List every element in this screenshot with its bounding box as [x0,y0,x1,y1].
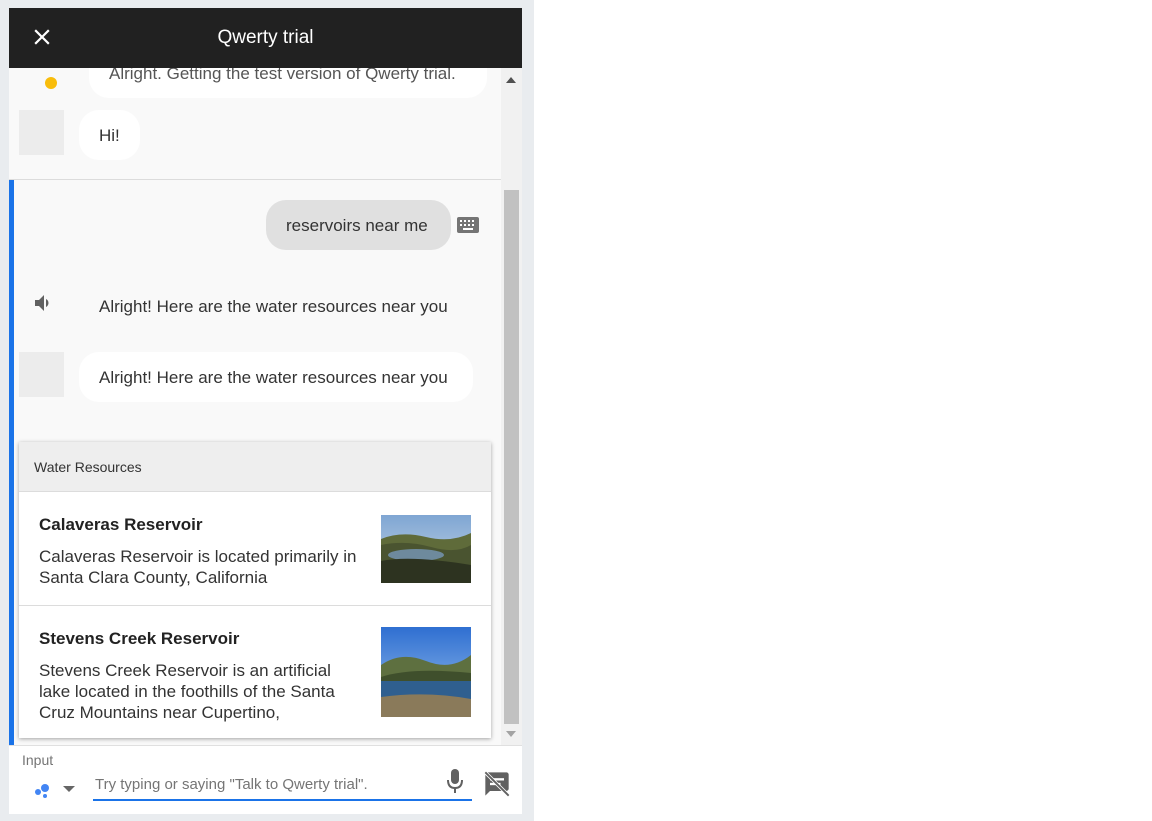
card-title: Water Resources [34,459,142,475]
scroll-down-arrow-icon[interactable] [506,731,516,737]
chat-scrollbar[interactable] [501,68,522,745]
input-label: Input [22,752,54,768]
simulator-panel: Qwerty trial Alright. Getting the test v… [9,8,522,814]
text-response-bubble: Alright! Here are the water resources ne… [79,352,473,402]
speaker-icon[interactable] [32,291,56,315]
greeting-bubble: Hi! [79,110,140,160]
chat-off-icon[interactable] [483,770,511,798]
user-query-bubble: reservoirs near me [266,200,451,250]
keyboard-icon [457,217,479,233]
chat-history[interactable]: Alright. Getting the test version of Qwe… [9,68,501,745]
list-item[interactable]: Calaveras Reservoir Calaveras Reservoir … [19,492,491,606]
scroll-up-arrow-icon[interactable] [506,77,516,83]
speech-response-text: Alright! Here are the water resources ne… [99,297,448,316]
text-response-text: Alright! Here are the water resources ne… [99,368,448,387]
list-item-description: Stevens Creek Reservoir is an artificial… [39,661,335,722]
assistant-icon[interactable] [34,780,56,798]
user-query-text: reservoirs near me [286,216,428,235]
list-item[interactable]: Stevens Creek Reservoir Stevens Creek Re… [19,606,491,722]
assistant-dot-icon [45,77,57,89]
avatar [19,352,64,397]
input-area: Input [9,745,522,814]
active-turn-indicator [9,180,14,745]
previous-message-bubble: Alright. Getting the test version of Qwe… [89,68,487,98]
scrollbar-thumb[interactable] [504,190,519,724]
avatar [19,110,64,155]
header-bar: Qwerty trial [9,8,522,68]
mic-icon[interactable] [446,768,464,796]
query-input[interactable] [93,769,472,801]
reservoir-thumbnail [381,515,471,583]
greeting-text: Hi! [99,126,120,145]
divider [9,179,501,180]
chevron-down-icon[interactable] [63,786,75,792]
list-item-title: Stevens Creek Reservoir [39,629,240,648]
card-header: Water Resources [19,442,491,492]
page-title: Qwerty trial [217,27,314,48]
list-item-title: Calaveras Reservoir [39,515,203,534]
reservoir-thumbnail [381,627,471,717]
water-resources-card: Water Resources Calaveras Reservoir Cala… [19,442,491,738]
previous-message-text: Alright. Getting the test version of Qwe… [109,68,456,83]
list-item-description: Calaveras Reservoir is located primarily… [39,547,357,587]
